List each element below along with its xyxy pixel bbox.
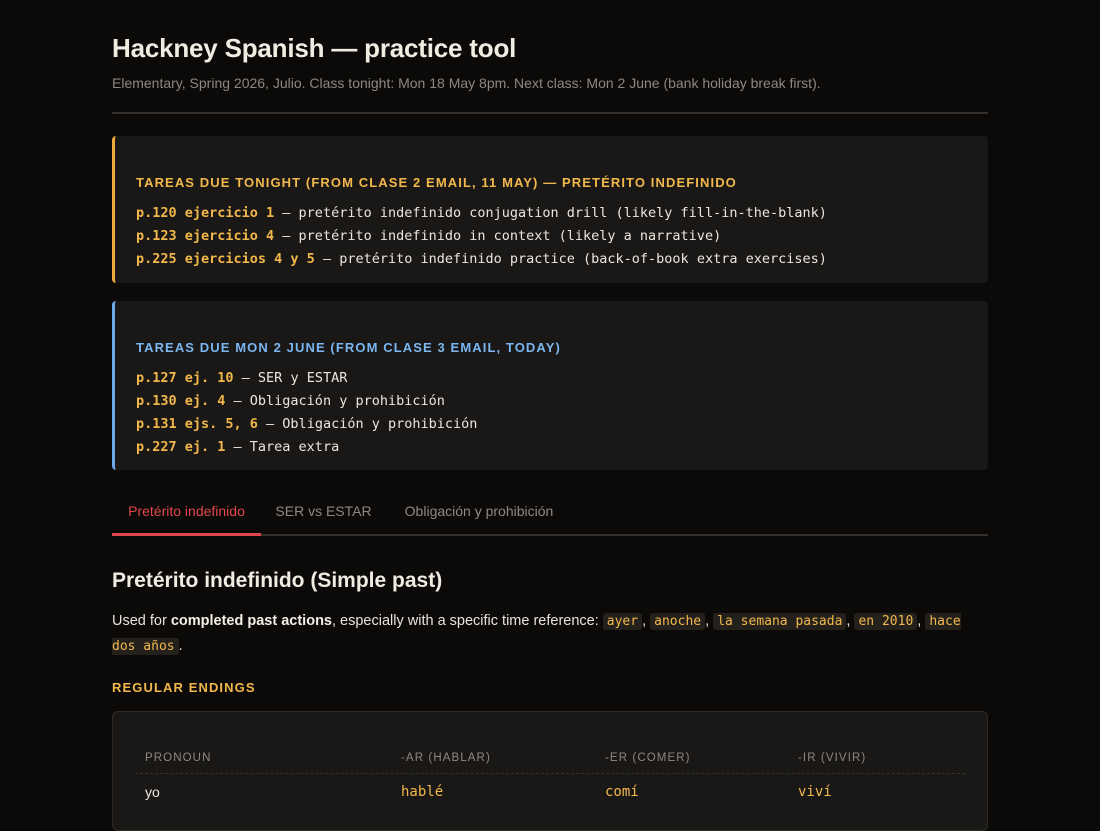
exercise-desc: — pretérito indefinido conjugation drill… (274, 205, 827, 221)
time-ref: anoche (650, 613, 706, 630)
exercise-desc: — pretérito indefinido in context (likel… (274, 228, 722, 244)
time-ref: en 2010 (854, 613, 918, 630)
homework-tonight-card: Tareas due tonight (from Clase 2 email, … (112, 136, 988, 283)
conjugation-table: PRONOUN -AR (HABLAR) -ER (COMER) -IR (VI… (112, 711, 988, 831)
homework-june-list: p.127 ej. 10 — SER y ESTAR p.130 ej. 4 —… (136, 367, 477, 459)
list-item: p.131 ejs. 5, 6 — Obligación y prohibici… (136, 413, 477, 436)
table-header: PRONOUN (145, 752, 212, 764)
intro-emphasis: completed past actions (170, 613, 332, 629)
exercise-desc: — SER y ESTAR (233, 370, 348, 386)
page-subtitle: Elementary, Spring 2026, Julio. Class to… (112, 75, 821, 91)
lesson-intro: Used for completed past actions, especia… (112, 613, 961, 655)
homework-june-card: Tareas due Mon 2 June (from Clase 3 emai… (112, 301, 988, 470)
table-cell-form: comí (605, 784, 639, 800)
homework-tonight-title: Tareas due tonight (from Clase 2 email, … (136, 175, 737, 190)
tab-obligacion-y-prohibicion[interactable]: Obligación y prohibición (386, 492, 572, 536)
table-header: -AR (HABLAR) (401, 752, 491, 764)
table-header-divider (135, 773, 965, 774)
table-header: -ER (COMER) (605, 752, 691, 764)
intro-text: Used for (112, 613, 171, 629)
time-ref: la semana pasada (713, 613, 847, 630)
header-divider (112, 112, 988, 114)
intro-text: . (178, 638, 183, 654)
table-header: -IR (VIVIR) (798, 752, 867, 764)
tab-preterito-indefinido[interactable]: Pretérito indefinido (112, 492, 261, 536)
exercise-desc: — Obligación y prohibición (257, 416, 478, 432)
time-ref: ayer (602, 613, 643, 630)
topic-tabs: Pretérito indefinido SER vs ESTAR Obliga… (112, 492, 988, 536)
exercise-ref: p.127 ej. 10 (136, 370, 234, 386)
exercise-desc: — Tarea extra (225, 439, 340, 455)
exercise-desc: — pretérito indefinido practice (back-of… (314, 251, 827, 267)
exercise-ref: p.123 ejercicio 4 (136, 228, 275, 244)
page-title: Hackney Spanish — practice tool (112, 33, 517, 63)
exercise-ref: p.227 ej. 1 (136, 439, 226, 455)
list-item: p.130 ej. 4 — Obligación y prohibición (136, 390, 477, 413)
exercise-ref: p.131 ejs. 5, 6 (136, 416, 258, 432)
intro-text: , especially with a specific time refere… (332, 613, 603, 629)
exercise-ref: p.120 ejercicio 1 (136, 205, 275, 221)
table-cell-pronoun: yo (145, 784, 160, 800)
homework-tonight-list: p.120 ejercicio 1 — pretérito indefinido… (136, 202, 827, 271)
exercise-ref: p.130 ej. 4 (136, 393, 226, 409)
list-item: p.120 ejercicio 1 — pretérito indefinido… (136, 202, 827, 225)
exercise-desc: — Obligación y prohibición (225, 393, 445, 409)
list-item: p.227 ej. 1 — Tarea extra (136, 436, 477, 459)
lesson-heading: Pretérito indefinido (Simple past) (112, 569, 443, 592)
regular-endings-label: REGULAR ENDINGS (112, 680, 256, 695)
list-item: p.225 ejercicios 4 y 5 — pretérito indef… (136, 248, 827, 271)
homework-june-title: Tareas due Mon 2 June (from Clase 3 emai… (136, 340, 561, 355)
table-cell-form: viví (798, 784, 832, 800)
list-item: p.127 ej. 10 — SER y ESTAR (136, 367, 477, 390)
exercise-ref: p.225 ejercicios 4 y 5 (136, 251, 315, 267)
table-cell-form: hablé (401, 784, 444, 800)
list-item: p.123 ejercicio 4 — pretérito indefinido… (136, 225, 827, 248)
tab-ser-vs-estar[interactable]: SER vs ESTAR (261, 492, 386, 536)
